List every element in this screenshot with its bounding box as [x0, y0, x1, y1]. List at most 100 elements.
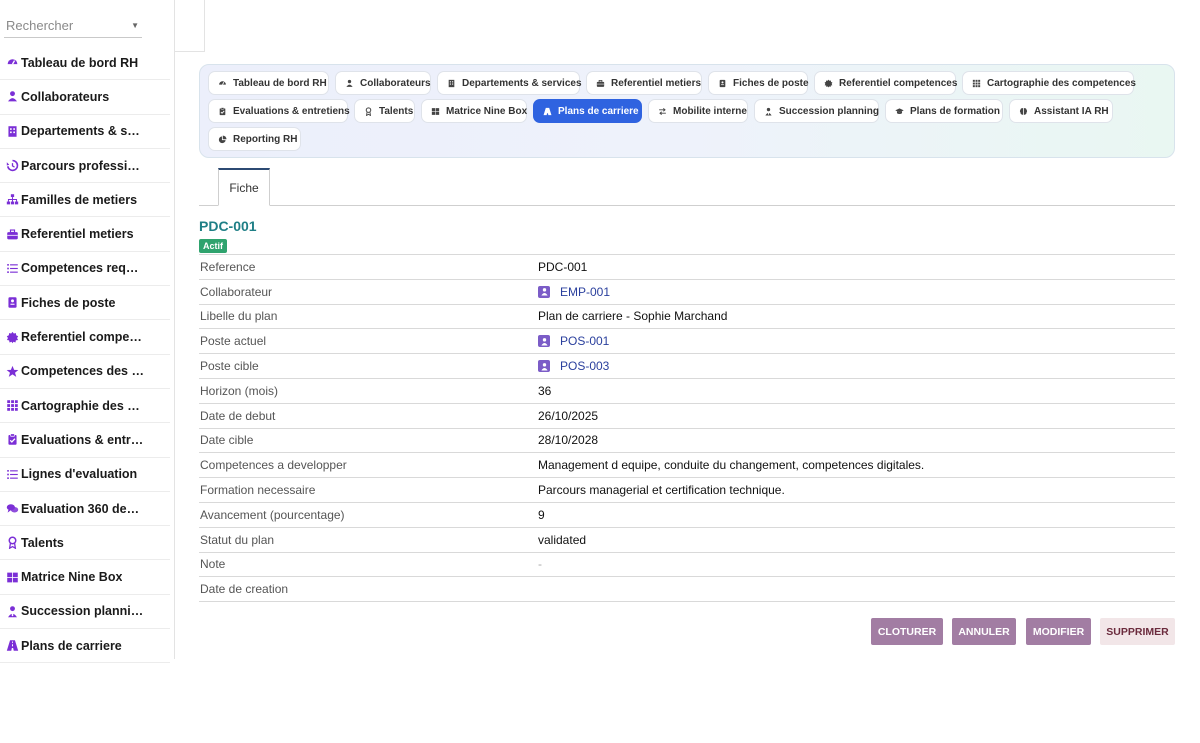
- nine-box-icon: [6, 571, 19, 584]
- sidebar-item-label: Familles de metiers: [21, 192, 138, 207]
- tab-succession-planning[interactable]: Succession planning: [754, 99, 879, 123]
- sidebar-item-succession-planning[interactable]: Succession planning: [0, 595, 170, 630]
- tab-label: Reporting RH: [233, 133, 298, 145]
- tab-label: Plans de carriere: [558, 105, 639, 117]
- sidebar-item-talents[interactable]: Talents: [0, 526, 170, 561]
- tab-referentiel-metiers[interactable]: Referentiel metiers: [586, 71, 702, 95]
- sidebar-item-familles-de-metiers[interactable]: Familles de metiers: [0, 183, 170, 218]
- road-icon: [6, 639, 19, 652]
- sidebar-item-fiches-de-poste[interactable]: Fiches de poste: [0, 286, 170, 321]
- tab-mobilite-interne[interactable]: Mobilite interne: [648, 99, 748, 123]
- record-title: PDC-001: [199, 218, 257, 234]
- sidebar-item-departements-services[interactable]: Departements & services: [0, 115, 170, 149]
- field-row-poste-actuel: Poste actuel POS-001: [199, 329, 1175, 355]
- field-label: Statut du plan: [200, 532, 275, 547]
- award-icon: [6, 536, 19, 550]
- sidebar-item-plans-de-carriere[interactable]: Plans de carriere: [0, 629, 170, 664]
- field-value: Parcours managerial et certification tec…: [538, 483, 785, 498]
- sidebar-item-label: Parcours professionnels: [21, 158, 145, 173]
- tab-assistant-ia-rh[interactable]: Assistant IA RH: [1009, 99, 1113, 123]
- record-fields: Reference PDC-001 Collaborateur EMP-001 Libe…: [199, 254, 1175, 603]
- field-value: Management d equipe, conduite du changem…: [538, 458, 925, 473]
- sidebar-item-lignes-d-evaluation[interactable]: Lignes d'evaluation: [0, 458, 170, 492]
- field-row-competences-a-developper: Competences a developper Management d equ…: [199, 453, 1175, 479]
- field-label: Formation necessaire: [200, 483, 316, 498]
- field-value: POS-003: [538, 359, 609, 373]
- field-label: Competences a developper: [200, 458, 347, 473]
- clipboard-check-icon: [218, 106, 227, 116]
- sidebar-item-competences-des-collaborateurs[interactable]: Competences des collaborateurs: [0, 355, 170, 389]
- field-row-formation-necessaire: Formation necessaire Parcours managerial …: [199, 478, 1175, 503]
- field-value: 26/10/2025: [538, 408, 599, 423]
- tab-label: Matrice Nine Box: [446, 105, 528, 117]
- record-link[interactable]: POS-003: [560, 359, 609, 373]
- record-link[interactable]: POS-001: [560, 334, 609, 348]
- tab-label: Collaborateurs: [360, 77, 431, 89]
- road-icon: [543, 107, 552, 116]
- tab-label: Plans de formation: [910, 105, 1001, 117]
- sidebar-item-evaluations-entretiens[interactable]: Evaluations & entretiens: [0, 423, 170, 458]
- sidebar-item-competences-requises[interactable]: Competences requises: [0, 252, 170, 287]
- tab-cartographie-des-competences[interactable]: Cartographie des competences: [962, 71, 1136, 95]
- tab-plans-de-carriere[interactable]: Plans de carriere: [533, 99, 642, 123]
- sidebar-item-referentiel-metiers[interactable]: Referentiel metiers: [0, 217, 170, 252]
- tab-label: Fiches de poste: [733, 77, 809, 89]
- exchange-icon: [658, 107, 667, 116]
- chart-pie-icon: [218, 135, 227, 144]
- module-tabs-panel: Tableau de bord RH Collaborateurs Departem…: [199, 64, 1175, 158]
- sidebar-item-label: Collaborateurs: [21, 89, 110, 104]
- sidebar-item-parcours-professionnels[interactable]: Parcours professionnels: [0, 149, 170, 184]
- sidebar-item-cartographie-des-competences[interactable]: Cartographie des competences: [0, 389, 170, 424]
- history-icon: [6, 159, 19, 172]
- sidebar-item-label: Departements & services: [21, 124, 145, 139]
- tab-label: Succession planning: [779, 105, 880, 117]
- field-row-poste-cible: Poste cible POS-003: [199, 354, 1175, 379]
- field-value: Plan de carriere - Sophie Marchand: [538, 309, 728, 324]
- cancel-button[interactable]: ANNULER: [952, 618, 1016, 645]
- tab-label: Referentiel metiers: [611, 77, 702, 89]
- certificate-icon: [824, 79, 833, 88]
- tab-reporting-rh[interactable]: Reporting RH: [208, 127, 301, 151]
- tab-label: Departements & services: [462, 77, 582, 89]
- tab-plans-de-formation[interactable]: Plans de formation: [885, 99, 1003, 123]
- sidebar-item-referentiel-competences[interactable]: Referentiel competences: [0, 320, 170, 355]
- sidebar-item-label: Competences des collaborateurs: [21, 364, 145, 379]
- field-label: Poste actuel: [200, 334, 267, 349]
- field-label: Poste cible: [200, 359, 259, 374]
- field-label: Libelle du plan: [200, 309, 278, 324]
- field-row-date-cible: Date cible 28/10/2028: [199, 429, 1175, 454]
- tab-referentiel-competences[interactable]: Referentiel competences: [814, 71, 957, 95]
- field-label: Note: [200, 557, 226, 572]
- id-card-icon: [718, 79, 727, 88]
- tab-tableau-de-bord-rh[interactable]: Tableau de bord RH: [208, 71, 329, 95]
- delete-button[interactable]: SUPPRIMER: [1100, 618, 1175, 645]
- tab-evaluations-entretiens[interactable]: Evaluations & entretiens: [208, 99, 350, 123]
- field-label: Collaborateur: [200, 284, 273, 299]
- tab-departements-services[interactable]: Departements & services: [437, 71, 582, 95]
- field-row-date-de-creation: Date de creation: [199, 577, 1175, 603]
- tab-talents[interactable]: Talents: [354, 99, 415, 123]
- sidebar-item-matrice-nine-box[interactable]: Matrice Nine Box: [0, 560, 170, 595]
- field-row-reference: Reference PDC-001: [199, 255, 1175, 280]
- tab-fiche[interactable]: Fiche: [218, 168, 270, 206]
- tab-matrice-nine-box[interactable]: Matrice Nine Box: [421, 99, 527, 123]
- user-tie-icon: [6, 605, 19, 618]
- tab-label: Cartographie des competences: [987, 77, 1136, 89]
- tab-fiches-de-poste[interactable]: Fiches de poste: [708, 71, 809, 95]
- status-badge: Actif: [199, 239, 227, 253]
- search-select[interactable]: Rechercher ▼: [4, 14, 142, 38]
- sidebar-item-tableau-de-bord-rh[interactable]: Tableau de bord RH: [0, 46, 170, 81]
- field-label: Date de debut: [200, 408, 276, 423]
- edit-button[interactable]: MODIFIER: [1026, 618, 1091, 645]
- tab-collaborateurs[interactable]: Collaborateurs: [335, 71, 431, 95]
- sidebar-item-evaluation-360-degres[interactable]: Evaluation 360 degres: [0, 492, 170, 527]
- sidebar-item-collaborateurs[interactable]: Collaborateurs: [0, 80, 170, 115]
- sidebar-item-label: Talents: [21, 535, 64, 550]
- close-button[interactable]: CLOTURER: [871, 618, 943, 645]
- field-value: 36: [538, 383, 552, 398]
- field-value: POS-001: [538, 334, 609, 348]
- building-icon: [447, 79, 456, 88]
- record-link[interactable]: EMP-001: [560, 285, 610, 299]
- brain-icon: [1019, 107, 1028, 116]
- field-value: PDC-001: [538, 259, 588, 274]
